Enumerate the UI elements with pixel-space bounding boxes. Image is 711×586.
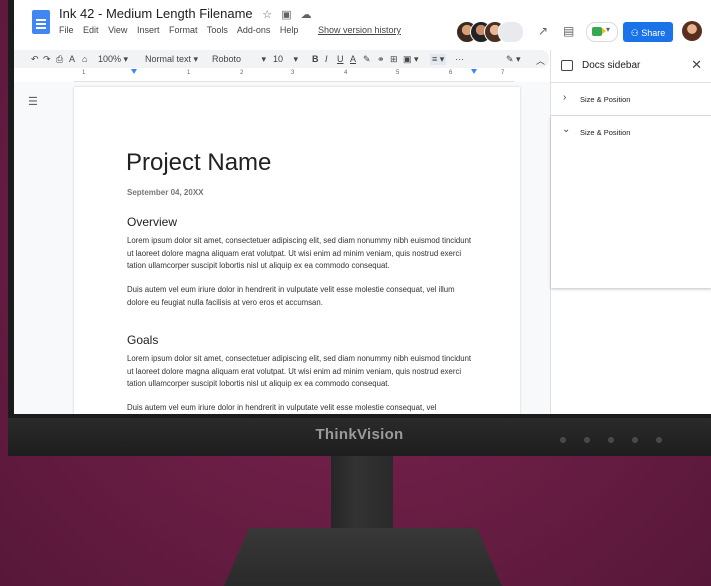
ruler-number: 5 — [396, 70, 400, 76]
comment-icon[interactable]: ▤ — [563, 24, 574, 38]
editing-mode-icon[interactable]: ✎ ▾ — [506, 54, 521, 65]
bold-icon[interactable]: B — [312, 54, 319, 64]
title-row: Ink 42 - Medium Length Filename ☆ ▣ ☁ — [59, 6, 315, 21]
ruler-number: 6 — [449, 70, 453, 76]
docs-sidebar: Docs sidebar ✕ › Size & Position ⌄ Size … — [550, 50, 711, 414]
more-icon[interactable]: ··· — [455, 54, 464, 64]
meet-button[interactable]: ▾ — [586, 22, 618, 42]
font-size-select[interactable]: 10 ▾ — [273, 54, 298, 65]
close-icon[interactable]: ✕ — [691, 57, 702, 73]
redo-icon[interactable]: ↷ — [43, 54, 51, 65]
monitor-button — [656, 437, 662, 443]
style-select[interactable]: Normal text ▾ — [145, 54, 198, 65]
monitor-button — [560, 437, 566, 443]
ruler-number: 3 — [291, 70, 295, 76]
docs-logo-icon[interactable] — [32, 10, 50, 34]
menu-view[interactable]: View — [108, 25, 127, 35]
paragraph[interactable]: Lorem ipsum dolor sit amet, consectetuer… — [127, 353, 472, 391]
sidebar-title: Docs sidebar — [582, 60, 641, 71]
monitor-chin: ThinkVision — [8, 418, 711, 456]
avatar-more[interactable] — [498, 21, 524, 43]
font-select[interactable]: Roboto ▾ — [212, 54, 266, 65]
trend-icon[interactable]: ↗ — [538, 24, 548, 38]
sidebar-item-size-position-collapsed[interactable]: › Size & Position — [551, 83, 711, 116]
paint-format-icon[interactable]: ⌂ — [82, 54, 87, 64]
doc-date[interactable]: September 04, 20XX — [127, 188, 203, 197]
sidebar-item-size-position-expanded[interactable]: ⌄ Size & Position — [551, 116, 711, 288]
document-canvas: ☰ Project Name September 04, 20XX Overvi… — [14, 82, 550, 414]
comment-add-icon[interactable]: ⊞ — [390, 54, 398, 65]
underline-icon[interactable]: U — [337, 54, 344, 64]
italic-icon[interactable]: I — [325, 54, 328, 64]
sidebar-header: Docs sidebar ✕ — [551, 50, 711, 83]
indent-marker[interactable] — [471, 69, 477, 74]
monitor-button — [632, 437, 638, 443]
image-icon[interactable]: ▣ ▾ — [403, 54, 419, 65]
ruler-number: 7 — [501, 70, 505, 76]
align-icon[interactable]: ≡ ▾ — [430, 54, 447, 65]
spellcheck-icon[interactable]: A — [69, 54, 75, 64]
ruler-number: 1 — [82, 70, 86, 76]
chevron-up-icon[interactable]: ︿ — [536, 54, 545, 67]
section-heading[interactable]: Goals — [127, 333, 158, 347]
menu-edit[interactable]: Edit — [83, 25, 99, 35]
monitor-stand-base — [224, 528, 502, 586]
print-icon[interactable]: ⎙ — [56, 54, 63, 65]
monitor-buttons — [551, 430, 691, 443]
chevron-down-icon: ▾ — [606, 25, 611, 34]
menu-format[interactable]: Format — [169, 25, 198, 35]
monitor-button — [608, 437, 614, 443]
paragraph[interactable]: Duis autem vel eum iriure dolor in hendr… — [127, 284, 472, 309]
document-outline-icon[interactable]: ☰ — [28, 95, 38, 108]
menu-insert[interactable]: Insert — [137, 25, 160, 35]
undo-icon[interactable]: ↶ — [31, 54, 39, 65]
paragraph[interactable]: Duis autem vel eum iriure dolor in hendr… — [127, 402, 472, 414]
people-icon: ⚇ — [630, 28, 639, 38]
link-icon[interactable]: ⚭ — [377, 54, 385, 65]
doc-title[interactable]: Project Name — [126, 149, 271, 177]
ruler-number: 4 — [344, 70, 348, 76]
ruler-number: 1 — [187, 70, 191, 76]
version-history-link[interactable]: Show version history — [318, 25, 401, 35]
chevron-down-icon: ⌄ — [562, 124, 571, 135]
ruler[interactable]: 1 1 2 3 4 5 6 7 — [74, 69, 514, 82]
text-color-icon[interactable]: A — [350, 54, 356, 64]
paragraph[interactable]: Lorem ipsum dolor sit amet, consectetuer… — [127, 235, 472, 273]
share-button[interactable]: ⚇ Share — [623, 22, 673, 42]
meet-camera-icon — [592, 27, 606, 36]
docs-header: Ink 42 - Medium Length Filename ☆ ▣ ☁ Fi… — [14, 0, 711, 50]
sidebar-item-label: Size & Position — [580, 128, 631, 137]
monitor-button — [584, 437, 590, 443]
sidebar-item-label: Size & Position — [580, 95, 631, 104]
ruler-number: 2 — [240, 70, 244, 76]
menu-bar: File Edit View Insert Format Tools Add-o… — [59, 25, 408, 35]
star-folder-cloud-icons[interactable]: ☆ ▣ ☁ — [262, 9, 314, 21]
menu-file[interactable]: File — [59, 25, 74, 35]
share-label: Share — [641, 28, 666, 38]
monitor-stand-neck — [331, 456, 393, 532]
zoom-select[interactable]: 100% ▾ — [98, 54, 128, 65]
highlight-icon[interactable]: ✎ — [363, 54, 371, 65]
menu-addons[interactable]: Add-ons — [237, 25, 271, 35]
user-avatar[interactable] — [682, 21, 702, 41]
menu-tools[interactable]: Tools — [207, 25, 228, 35]
sidebar-comment-icon — [561, 60, 573, 71]
document-page[interactable]: Project Name September 04, 20XX Overview… — [74, 87, 520, 414]
indent-marker[interactable] — [131, 69, 137, 74]
document-title[interactable]: Ink 42 - Medium Length Filename — [59, 6, 253, 21]
chevron-right-icon: › — [563, 92, 567, 103]
section-heading[interactable]: Overview — [127, 215, 177, 229]
menu-help[interactable]: Help — [280, 25, 299, 35]
screen: Ink 42 - Medium Length Filename ☆ ▣ ☁ Fi… — [14, 0, 711, 414]
toolbar: ↶ ↷ ⎙ A ⌂ 100% ▾ Normal text ▾ Roboto ▾ … — [14, 50, 549, 68]
